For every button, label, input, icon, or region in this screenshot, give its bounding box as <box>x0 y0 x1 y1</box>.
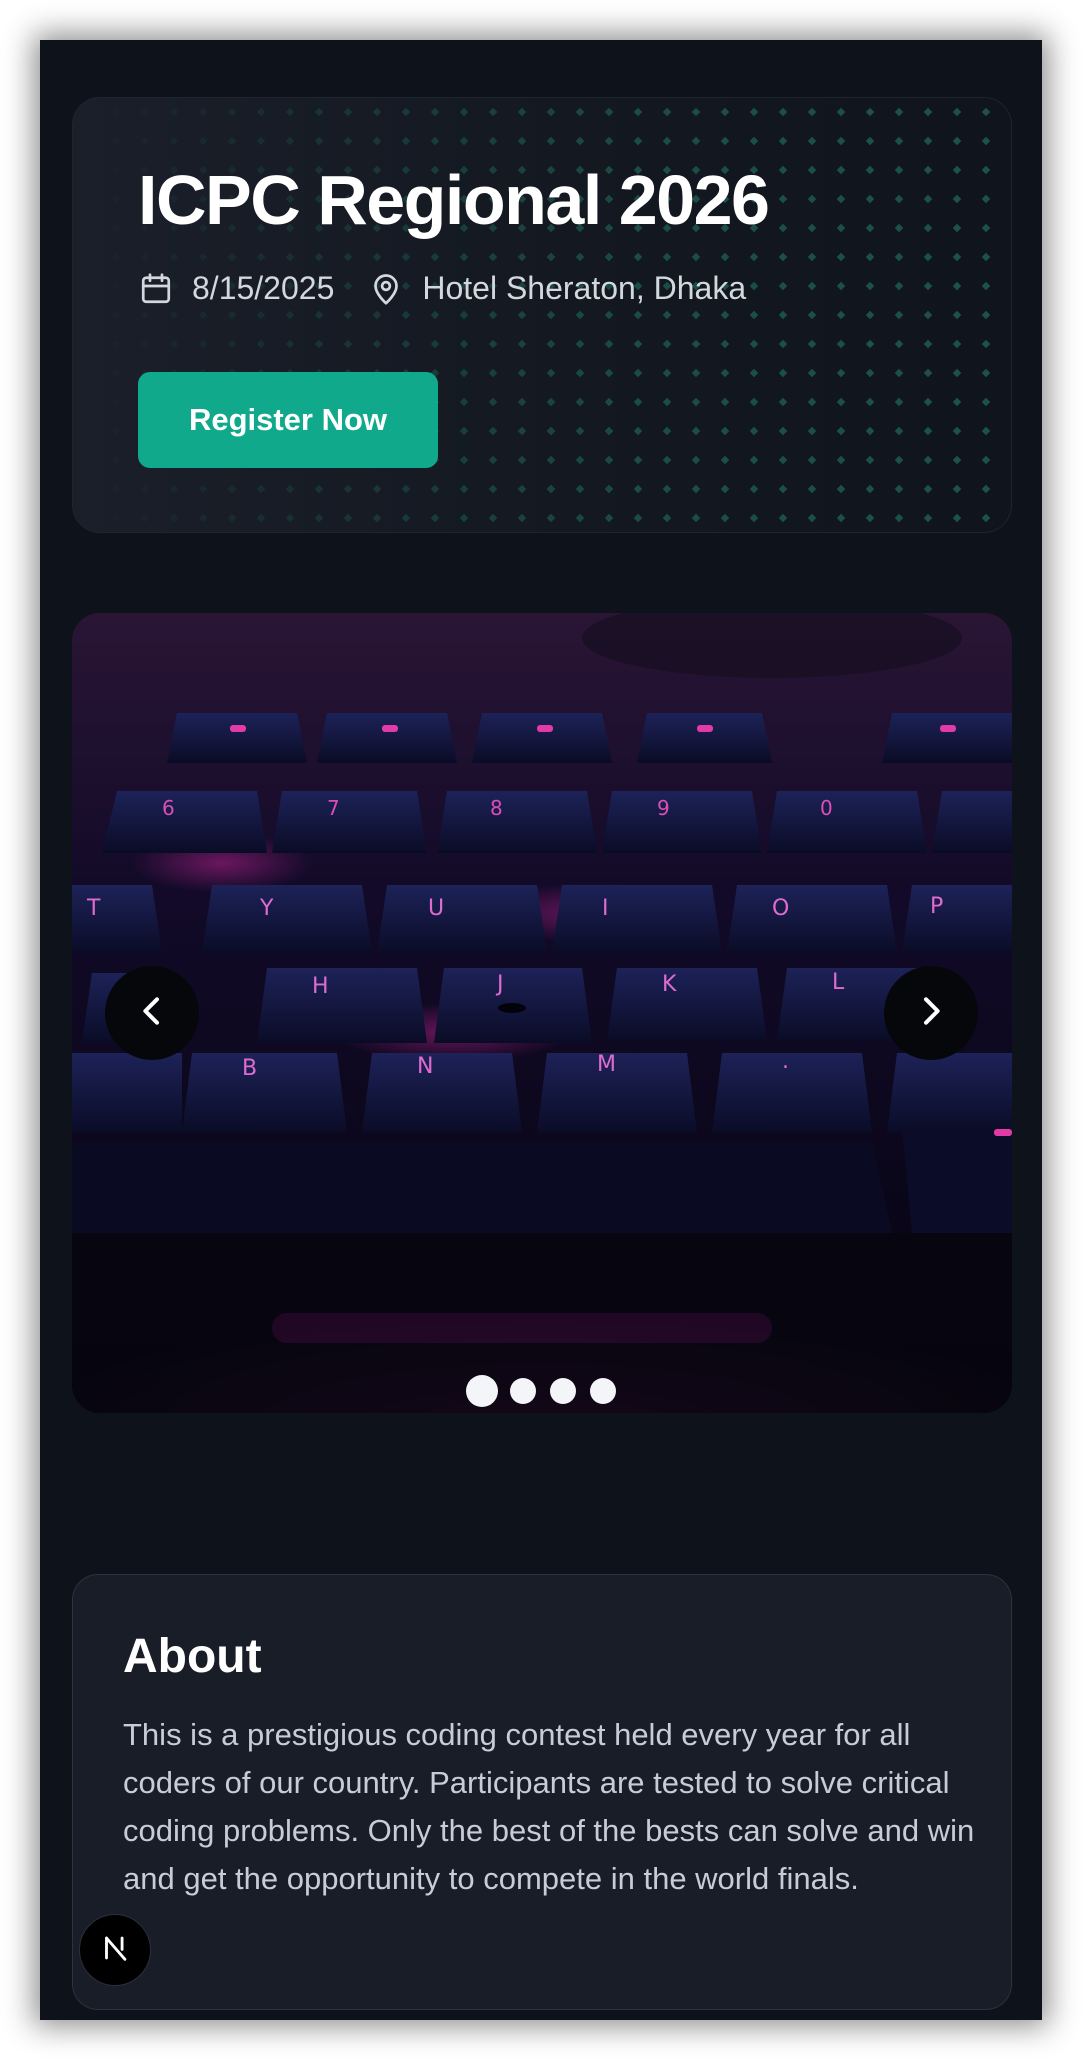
svg-text:J: J <box>495 972 504 997</box>
svg-text:N: N <box>417 1054 433 1079</box>
carousel-dot[interactable] <box>510 1378 536 1404</box>
event-hero-card: ICPC Regional 2026 8/15/2025 Hotel Shera… <box>72 97 1012 533</box>
nextjs-dev-badge[interactable] <box>79 1914 151 1986</box>
svg-text:I: I <box>602 896 609 921</box>
event-location: Hotel Sheraton, Dhaka <box>422 270 747 306</box>
carousel-prev-button[interactable] <box>105 966 199 1060</box>
svg-text:0: 0 <box>820 796 833 820</box>
svg-text:P: P <box>930 894 943 919</box>
svg-text:T: T <box>86 896 101 921</box>
register-button[interactable]: Register Now <box>138 372 438 468</box>
svg-text:K: K <box>662 972 677 997</box>
svg-text:7: 7 <box>327 796 340 820</box>
carousel-image: 6 7 8 9 0 T Y U I O P H J K L B N M . <box>72 613 1012 1413</box>
svg-text:B: B <box>242 1056 257 1081</box>
svg-text:6: 6 <box>162 796 175 820</box>
nextjs-logo-icon <box>98 1931 132 1970</box>
svg-text:U: U <box>428 896 444 921</box>
event-title: ICPC Regional 2026 <box>138 161 770 239</box>
event-meta: 8/15/2025 Hotel Sheraton, Dhaka <box>138 270 746 307</box>
carousel-dot[interactable] <box>550 1378 576 1404</box>
svg-text:.: . <box>782 1049 789 1074</box>
calendar-icon <box>138 271 174 307</box>
chevron-right-icon <box>911 991 951 1036</box>
carousel-dot[interactable] <box>590 1378 616 1404</box>
carousel-next-button[interactable] <box>884 966 978 1060</box>
svg-text:L: L <box>832 970 845 995</box>
svg-text:M: M <box>597 1052 616 1077</box>
image-carousel: 6 7 8 9 0 T Y U I O P H J K L B N M . <box>72 613 1012 1413</box>
svg-text:8: 8 <box>490 796 503 820</box>
app-frame: ICPC Regional 2026 8/15/2025 Hotel Shera… <box>40 40 1042 2020</box>
about-title: About <box>123 1630 262 1683</box>
about-card: About This is a prestigious coding conte… <box>72 1574 1012 2010</box>
chevron-left-icon <box>132 991 172 1036</box>
event-date: 8/15/2025 <box>192 270 335 306</box>
svg-text:H: H <box>312 974 329 999</box>
map-pin-icon <box>368 271 404 307</box>
svg-text:Y: Y <box>259 896 274 921</box>
about-description: This is a prestigious coding contest hel… <box>123 1717 975 1896</box>
svg-text:9: 9 <box>657 796 670 820</box>
svg-text:O: O <box>772 896 789 921</box>
carousel-dot-active[interactable] <box>466 1375 498 1407</box>
